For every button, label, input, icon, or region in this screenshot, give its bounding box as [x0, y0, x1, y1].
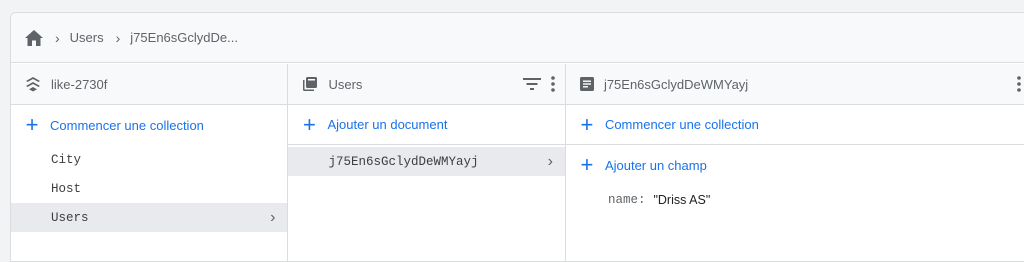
home-icon[interactable]	[25, 29, 43, 46]
add-document-label: Ajouter un document	[327, 117, 448, 132]
collection-item-host[interactable]: Host	[11, 174, 287, 203]
chevron-right-icon: ›	[547, 152, 553, 170]
breadcrumb-item-document[interactable]: j75En6sGclydDe...	[130, 30, 238, 45]
document-icon	[579, 77, 594, 91]
root-column: like-2730f + Commencer une collection Ci…	[11, 64, 289, 261]
root-column-header: like-2730f	[11, 64, 288, 105]
chevron-right-icon: ›	[270, 208, 276, 226]
collection-title: Users	[328, 76, 363, 92]
start-collection-label: Commencer une collection	[50, 117, 204, 133]
document-item[interactable]: j75En6sGclydDeWMYayj ›	[288, 147, 565, 176]
field-key: name	[607, 193, 638, 207]
breadcrumb-item-users[interactable]: Users	[70, 30, 104, 45]
start-subcollection-label: Commencer une collection	[604, 117, 759, 132]
collection-item-label: City	[51, 152, 82, 167]
add-field-button[interactable]: + Ajouter un champ	[566, 145, 1024, 185]
collection-item-city[interactable]: City	[11, 145, 287, 174]
filter-icon[interactable]	[522, 78, 541, 90]
chevron-right-icon: ›	[115, 29, 121, 46]
collection-column: Users + Ajouter un document j75En6sGclyd…	[288, 64, 566, 261]
firestore-data-panel: › Users › j75En6sGclydDe... like-2730f +…	[10, 12, 1024, 262]
breadcrumb: › Users › j75En6sGclydDe...	[11, 13, 1024, 63]
columns: like-2730f + Commencer une collection Ci…	[11, 64, 1024, 261]
start-collection-button[interactable]: + Commencer une collection	[11, 105, 287, 145]
document-column-header: j75En6sGclydDeWMYayj	[565, 64, 1024, 105]
plus-icon: +	[580, 111, 594, 137]
more-vert-icon[interactable]	[1017, 76, 1021, 92]
chevron-right-icon: ›	[55, 29, 60, 46]
plus-icon: +	[303, 111, 316, 137]
document-column: j75En6sGclydDeWMYayj + Commencer une col…	[565, 64, 1024, 261]
firestore-layers-icon	[25, 76, 41, 92]
collection-column-header: Users	[288, 64, 565, 105]
add-field-label: Ajouter un champ	[604, 157, 707, 173]
document-item-label: j75En6sGclydDeWMYayj	[328, 154, 479, 169]
plus-icon: +	[25, 112, 39, 137]
field-value: "Driss AS"	[653, 193, 711, 207]
collection-icon	[302, 76, 318, 92]
add-document-button[interactable]: + Ajouter un document	[288, 105, 565, 145]
plus-icon: +	[580, 152, 594, 177]
document-title: j75En6sGclydDeWMYayj	[603, 76, 749, 92]
collection-item-label: Host	[51, 181, 82, 196]
field-colon: :	[637, 193, 646, 207]
collection-item-label: Users	[51, 210, 89, 225]
collection-item-users[interactable]: Users ›	[11, 203, 288, 232]
document-field[interactable]: name : "Driss AS"	[566, 185, 1024, 215]
more-vert-icon[interactable]	[551, 76, 555, 92]
project-title: like-2730f	[51, 76, 108, 92]
start-subcollection-button[interactable]: + Commencer une collection	[565, 105, 1024, 145]
